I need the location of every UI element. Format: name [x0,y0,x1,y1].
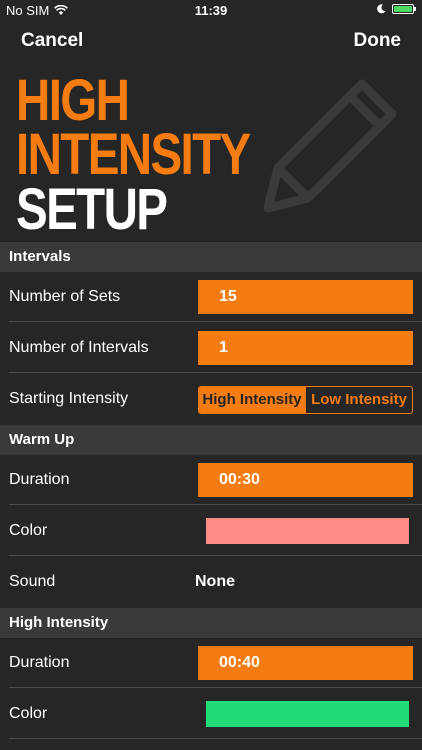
divider [9,504,422,505]
navigation-bar: Cancel Done [0,28,422,56]
high-intensity-color-label: Color [9,705,48,722]
status-right [377,4,416,14]
battery-icon [392,4,416,14]
high-intensity-duration-field[interactable]: 00:40 [198,646,413,680]
row-warm-up-duration: Duration 00:30 [0,455,422,505]
battery-level [394,6,412,12]
row-warm-up-sound: Sound None [0,557,422,607]
section-header-high-intensity: High Intensity [0,608,422,638]
warm-up-sound-label: Sound [9,573,56,590]
section-header-intervals: Intervals [0,242,422,272]
segment-low-intensity[interactable]: Low Intensity [305,387,412,413]
divider [9,687,422,688]
row-number-of-intervals: Number of Intervals 1 [0,323,422,373]
moon-icon [377,4,386,14]
segment-high-intensity[interactable]: High Intensity [199,387,305,413]
row-number-of-sets: Number of Sets 15 [0,272,422,322]
starting-intensity-label: Starting Intensity [9,390,129,407]
clock: 11:39 [194,3,228,18]
row-starting-intensity: Starting Intensity High Intensity Low In… [0,374,422,424]
done-button[interactable]: Done [354,30,402,52]
pencil-icon [263,79,397,213]
high-intensity-duration-label: Duration [9,654,70,671]
number-of-intervals-label: Number of Intervals [9,339,149,356]
row-high-intensity-duration: Duration 00:40 [0,638,422,688]
divider [9,738,422,739]
number-of-intervals-field[interactable]: 1 [198,331,413,365]
warm-up-duration-label: Duration [9,471,70,488]
warm-up-duration-field[interactable]: 00:30 [198,463,413,497]
section-header-warm-up: Warm Up [0,425,422,455]
row-high-intensity-color: Color [0,689,422,739]
cancel-button[interactable]: Cancel [21,30,83,52]
divider [9,321,422,322]
warm-up-color-label: Color [9,522,48,539]
warm-up-sound-value[interactable]: None [195,557,235,607]
high-intensity-color-swatch[interactable] [206,701,409,727]
number-of-sets-label: Number of Sets [9,288,121,305]
starting-intensity-segmented-control: High Intensity Low Intensity [198,386,413,414]
warm-up-color-swatch[interactable] [206,518,409,544]
hero-title-line-2: INTENSITY [16,122,251,187]
number-of-sets-field[interactable]: 15 [198,280,413,314]
status-bar: No SIM 11:39 [0,0,422,22]
divider [9,555,422,556]
divider [9,372,422,373]
hero-banner: HIGH INTENSITY SETUP [0,66,422,241]
row-warm-up-color: Color [0,506,422,556]
hero-title-line-3: SETUP [16,177,168,242]
